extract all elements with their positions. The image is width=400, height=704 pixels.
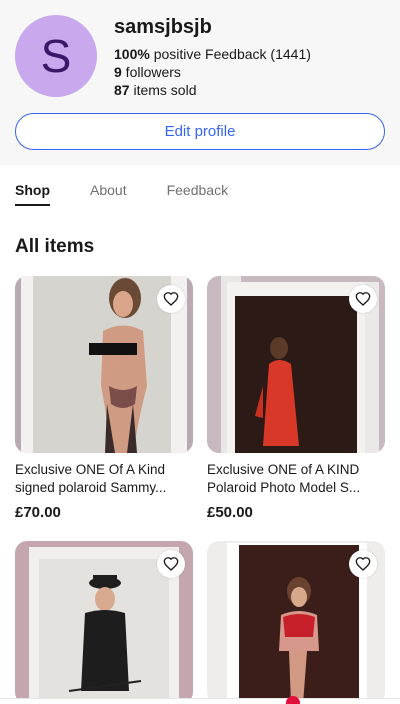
sold-text: items sold (129, 82, 197, 98)
item-card[interactable] (15, 541, 193, 704)
profile-info: samsjbsjb 100% positive Feedback (1441) … (114, 15, 311, 99)
item-card[interactable] (207, 541, 385, 704)
tab-feedback[interactable]: Feedback (167, 165, 228, 215)
watch-button[interactable] (157, 550, 185, 578)
section-title: All items (15, 236, 95, 257)
item-image[interactable] (15, 541, 193, 704)
tab-about[interactable]: About (90, 165, 127, 215)
heart-icon (355, 557, 371, 571)
watch-button[interactable] (349, 550, 377, 578)
item-title[interactable]: Exclusive ONE Of A Kind signed polaroid … (15, 461, 193, 497)
watch-button[interactable] (349, 285, 377, 313)
item-price: £50.00 (207, 504, 253, 521)
heart-icon (163, 292, 179, 306)
heart-icon (355, 292, 371, 306)
item-image[interactable] (207, 541, 385, 704)
avatar-letter: S (40, 30, 72, 82)
item-price: £70.00 (15, 504, 61, 521)
followers-stat[interactable]: 9 followers (114, 63, 311, 81)
feedback-percent: 100% (114, 46, 150, 62)
sold-stat: 87 items sold (114, 81, 311, 99)
feedback-stat[interactable]: 100% positive Feedback (1441) (114, 45, 311, 63)
watch-button[interactable] (157, 285, 185, 313)
bottom-nav-edge (0, 696, 400, 704)
username: samsjbsjb (114, 16, 212, 38)
notification-indicator (286, 696, 300, 704)
tab-bar: Shop About Feedback (0, 165, 400, 215)
item-image[interactable] (15, 276, 193, 453)
followers-text: followers (121, 64, 181, 80)
avatar[interactable]: S (15, 15, 97, 97)
feedback-text: positive Feedback (1441) (149, 46, 311, 62)
tab-shop[interactable]: Shop (15, 165, 50, 215)
item-card[interactable]: Exclusive ONE of A KIND Polaroid Photo M… (207, 276, 385, 521)
item-title[interactable]: Exclusive ONE of A KIND Polaroid Photo M… (207, 461, 385, 497)
item-card[interactable]: Exclusive ONE Of A Kind signed polaroid … (15, 276, 193, 521)
profile-header: S samsjbsjb 100% positive Feedback (1441… (0, 0, 400, 165)
heart-icon (163, 557, 179, 571)
edit-profile-button[interactable]: Edit profile (15, 113, 385, 150)
sold-count: 87 (114, 82, 130, 98)
followers-count: 9 (114, 64, 122, 80)
item-image[interactable] (207, 276, 385, 453)
